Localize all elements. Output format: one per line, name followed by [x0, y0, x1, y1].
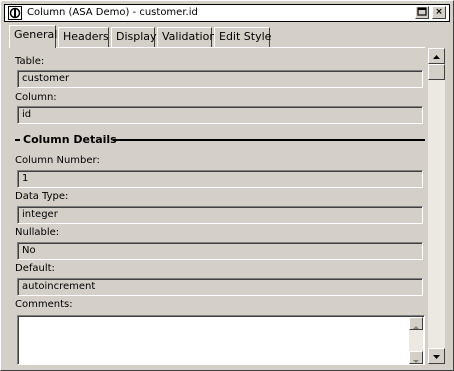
comments-textarea[interactable]	[17, 315, 425, 365]
section-title: Column Details	[23, 133, 117, 146]
tab-display[interactable]: Display	[111, 27, 157, 47]
tab-headers[interactable]: Headers	[58, 27, 109, 47]
tab-general[interactable]: General	[9, 25, 57, 48]
scroll-up-button[interactable]	[428, 48, 445, 64]
arrow-up-icon	[433, 55, 440, 59]
database-column-icon	[8, 6, 22, 20]
close-icon: ×	[435, 7, 443, 17]
section-divider-line	[113, 139, 425, 141]
close-button[interactable]: ×	[432, 6, 446, 19]
arrow-up-icon	[413, 326, 419, 329]
scroll-thumb[interactable]	[428, 64, 445, 80]
arrow-down-icon	[413, 360, 419, 363]
column-field[interactable]: id	[17, 106, 423, 124]
tab-edit-style[interactable]: Edit Style	[214, 27, 271, 47]
restore-icon	[417, 7, 427, 16]
restore-button[interactable]	[415, 6, 429, 19]
nullable-field[interactable]: No	[17, 242, 423, 260]
section-divider	[15, 139, 20, 141]
table-field[interactable]: customer	[17, 70, 423, 88]
comments-scroll-down-button[interactable]	[409, 351, 423, 364]
arrow-down-icon	[433, 355, 440, 359]
data-type-field[interactable]: integer	[17, 206, 423, 224]
default-field[interactable]: autoincrement	[17, 278, 423, 296]
window-title: Column (ASA Demo) - customer.id	[27, 7, 198, 18]
comments-scroll-up-button[interactable]	[409, 317, 423, 330]
column-number-field[interactable]: 1	[17, 170, 423, 188]
column-properties-window: Column (ASA Demo) - customer.id × Genera…	[0, 0, 454, 371]
comments-scrollbar[interactable]	[409, 317, 423, 364]
table-label: Table:	[15, 56, 45, 67]
vertical-scrollbar[interactable]	[428, 48, 445, 364]
column-number-label: Column Number:	[15, 155, 100, 166]
column-details-section-header: Column Details	[15, 133, 427, 146]
tab-validation[interactable]: Validation	[157, 27, 216, 47]
scroll-down-button[interactable]	[428, 348, 445, 364]
default-label: Default:	[15, 263, 55, 274]
title-bar[interactable]: Column (ASA Demo) - customer.id ×	[4, 4, 450, 22]
data-type-label: Data Type:	[15, 191, 69, 202]
nullable-label: Nullable:	[15, 227, 60, 238]
comments-label: Comments:	[15, 299, 73, 310]
column-label: Column:	[15, 92, 57, 103]
general-tab-panel: Table: customer Column: id Column Detail…	[9, 48, 427, 368]
